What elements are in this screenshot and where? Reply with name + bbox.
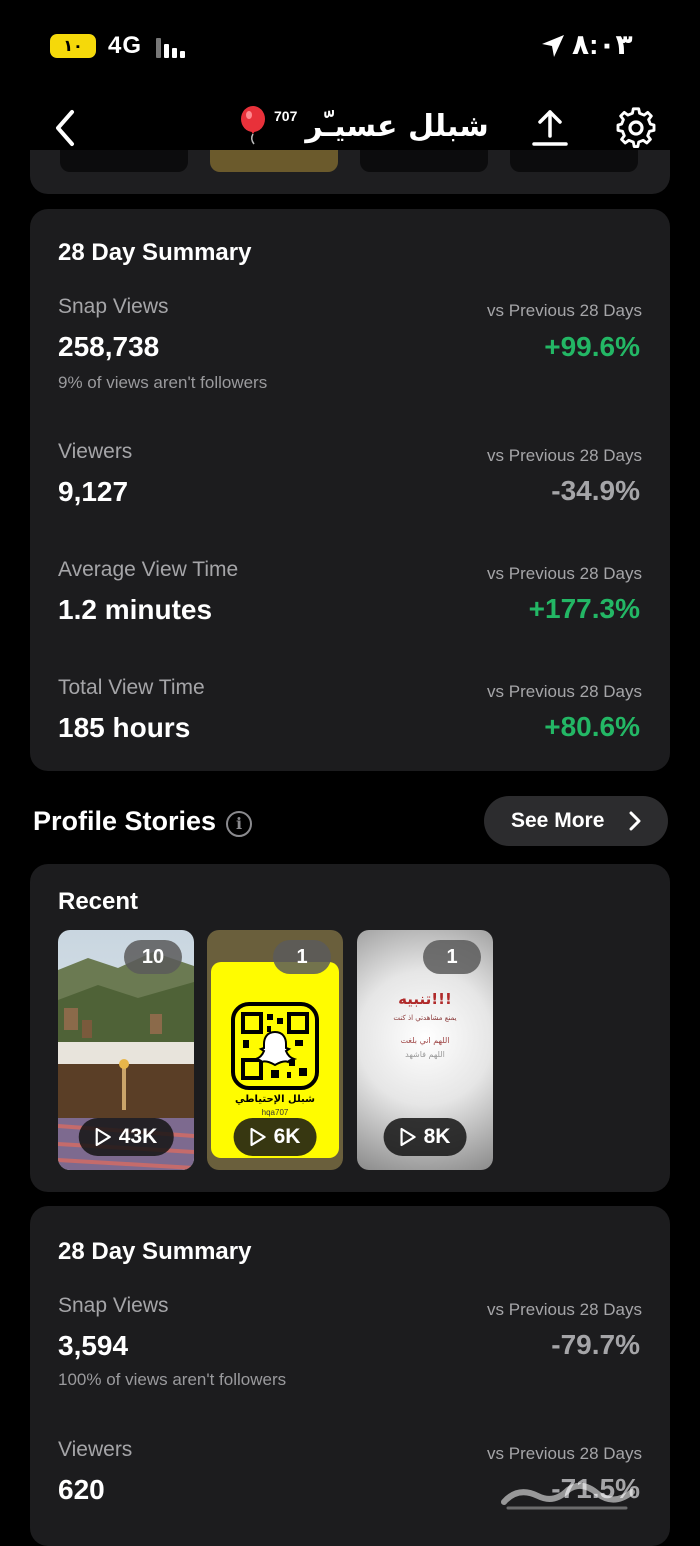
story-text-line: اللهم اني بلغت [400, 1036, 450, 1045]
back-chevron-icon[interactable] [46, 104, 86, 152]
location-arrow-icon [542, 35, 564, 57]
story-count-badge: 1 [273, 940, 331, 974]
battery-icon: ١٠ [50, 34, 96, 58]
share-icon[interactable] [528, 106, 572, 150]
play-icon [400, 1127, 416, 1147]
card-title: 28 Day Summary [58, 1238, 252, 1265]
story-heading: تنبيه!!! [398, 990, 452, 1008]
chevron-right-icon [629, 811, 641, 831]
story-count-badge: 1 [423, 940, 481, 974]
story-text-line: يمنع مشاهدتي اذ كنت [393, 1014, 457, 1022]
title-badge: 707 [274, 108, 298, 124]
metric-label: Average View Time [58, 558, 239, 581]
page-title: شبلل عسيـّر [305, 108, 489, 144]
signal-icon [156, 38, 190, 58]
snapcode-name: شبلل الإحتياطي [235, 1094, 315, 1105]
story-thumbnail[interactable]: تنبيه!!! يمنع مشاهدتي اذ كنت اللهم اني ب… [357, 930, 493, 1170]
scrolled-thumbnail-strip [30, 150, 670, 194]
gear-icon[interactable] [614, 106, 658, 150]
metric-label: Viewers [58, 440, 133, 463]
change-value: -79.7% [551, 1329, 640, 1360]
info-icon[interactable]: i [226, 811, 252, 837]
summary-card: 28 Day Summary Snap Views 258,738 9% of … [30, 209, 670, 771]
comparison-label: vs Previous 28 Days [487, 1300, 642, 1319]
clock: ٨:٠٣ [572, 29, 633, 60]
network-type: 4G [108, 32, 143, 59]
story-count-badge: 10 [124, 940, 182, 974]
metric-note: 100% of views aren't followers [58, 1370, 287, 1389]
story-views: 8K [423, 1125, 451, 1148]
change-value: -34.9% [551, 475, 640, 506]
see-more-label: See More [511, 809, 605, 832]
status-bar: ١٠ 4G ٨:٠٣ [0, 0, 700, 92]
card-title: 28 Day Summary [58, 239, 252, 266]
story-views: 6K [273, 1125, 301, 1148]
play-icon [95, 1127, 111, 1147]
metric-label: Snap Views [58, 1294, 169, 1317]
story-thumbnail[interactable]: 10 43K [58, 930, 194, 1170]
metric-value: 1.2 minutes [58, 594, 213, 625]
change-value: +99.6% [544, 331, 640, 362]
battery-level: ١٠ [63, 38, 83, 55]
story-text-line: اللهم فاشهد [405, 1050, 445, 1059]
metric-note: 9% of views aren't followers [58, 373, 268, 392]
change-value: +177.3% [528, 593, 640, 624]
comparison-label: vs Previous 28 Days [487, 1444, 642, 1463]
story-views: 43K [118, 1125, 158, 1148]
balloon-icon [241, 106, 265, 145]
play-icon [250, 1127, 266, 1147]
card-title: Recent [58, 888, 139, 915]
comparison-label: vs Previous 28 Days [487, 564, 642, 583]
comparison-label: vs Previous 28 Days [487, 446, 642, 465]
story-thumbnail[interactable]: شبلل الإحتياطي hqa707 1 6K [207, 930, 343, 1170]
story-views-pill: 43K [78, 1118, 174, 1156]
watermark-logo [501, 1482, 635, 1510]
metric-label: Total View Time [58, 676, 205, 699]
section-title: Profile Stories [33, 806, 217, 836]
story-views-pill: 8K [383, 1118, 467, 1156]
comparison-label: vs Previous 28 Days [487, 682, 642, 701]
change-value: +80.6% [544, 711, 640, 742]
see-more-button[interactable]: See More [484, 796, 668, 846]
metric-label: Viewers [58, 1438, 133, 1461]
comparison-label: vs Previous 28 Days [487, 301, 642, 320]
profile-title: 707 شبلل عسيـّر [238, 104, 489, 148]
metric-value: 185 hours [58, 712, 191, 743]
metric-value: 620 [58, 1474, 105, 1505]
story-views-pill: 6K [233, 1118, 317, 1156]
metric-value: 9,127 [58, 476, 129, 507]
metric-label: Snap Views [58, 295, 169, 318]
metric-value: 3,594 [58, 1330, 129, 1361]
metric-value: 258,738 [58, 331, 160, 362]
snapcode-qr-icon [231, 1002, 319, 1090]
snapcode-handle: hqa707 [261, 1108, 289, 1117]
